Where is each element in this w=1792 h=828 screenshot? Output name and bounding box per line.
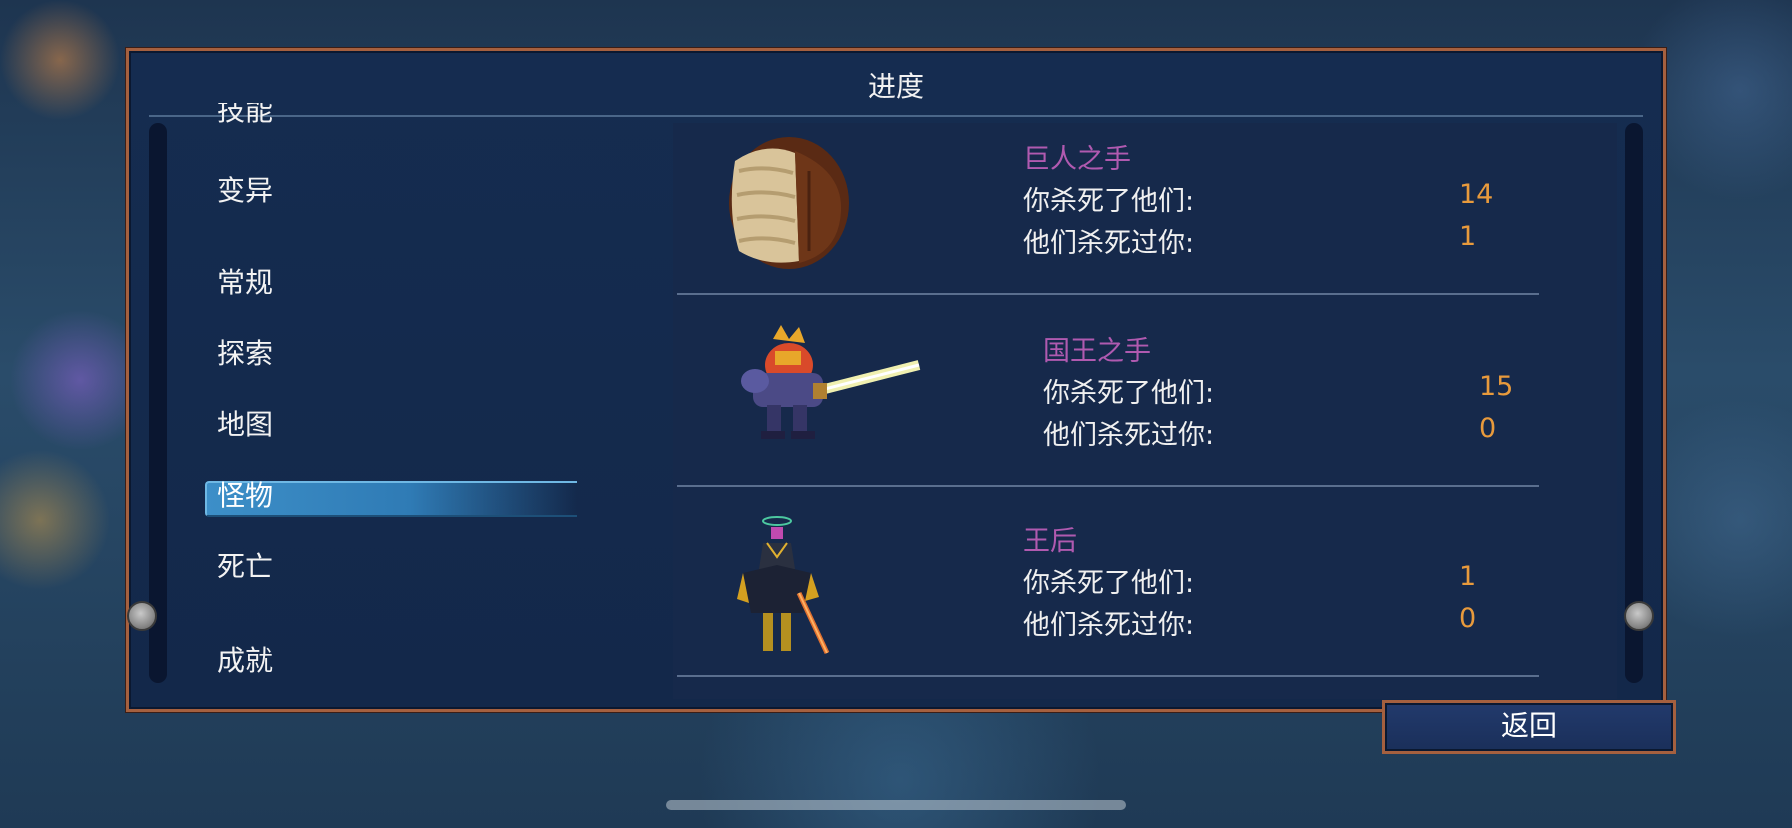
monster-name: 国王之手 bbox=[1043, 336, 1151, 367]
deaths-label: 他们杀死过你: bbox=[1023, 228, 1195, 259]
home-indicator[interactable] bbox=[666, 800, 1126, 810]
menu-item-map[interactable]: 地图 bbox=[217, 407, 273, 443]
kills-value: 14 bbox=[1459, 179, 1494, 210]
menu-item-monsters[interactable]: 怪物 bbox=[217, 478, 273, 514]
progress-panel: 进度 技能 变异 常规 探索 地图 怪物 死亡 成就 巨人之手 你杀死了他们: … bbox=[126, 48, 1666, 712]
deaths-value: 1 bbox=[1459, 221, 1477, 252]
menu-item-deaths[interactable]: 死亡 bbox=[217, 549, 273, 585]
back-button[interactable]: 返回 bbox=[1382, 700, 1676, 754]
entry-divider bbox=[677, 293, 1539, 295]
giant-fist-icon bbox=[729, 137, 849, 269]
menu-item-exploration[interactable]: 探索 bbox=[217, 336, 273, 372]
category-menu: 技能 变异 常规 探索 地图 怪物 死亡 成就 bbox=[129, 51, 609, 715]
kills-label: 你杀死了他们: bbox=[1043, 378, 1215, 409]
hand-of-the-king-icon bbox=[741, 325, 921, 439]
menu-item-achievements[interactable]: 成就 bbox=[217, 643, 273, 679]
kills-value: 1 bbox=[1459, 561, 1477, 592]
right-corner-knob-icon bbox=[1624, 601, 1654, 631]
menu-item-skills[interactable]: 技能 bbox=[217, 103, 273, 127]
menu-item-general[interactable]: 常规 bbox=[217, 265, 273, 301]
kills-value: 15 bbox=[1479, 371, 1514, 402]
menu-item-mutations[interactable]: 变异 bbox=[217, 173, 273, 209]
deaths-value: 0 bbox=[1459, 603, 1477, 634]
right-scroll-rail[interactable] bbox=[1625, 123, 1643, 683]
monster-name: 巨人之手 bbox=[1023, 144, 1131, 175]
queen-icon bbox=[737, 516, 830, 655]
monster-list[interactable]: 巨人之手 你杀死了他们: 14 他们杀死过你: 1 国王之手 你杀死了他们: 1… bbox=[673, 123, 1617, 699]
entry-divider bbox=[677, 485, 1539, 487]
entry-divider bbox=[677, 675, 1539, 677]
kills-label: 你杀死了他们: bbox=[1023, 568, 1195, 599]
monster-name: 王后 bbox=[1023, 526, 1077, 557]
deaths-label: 他们杀死过你: bbox=[1043, 420, 1215, 451]
deaths-value: 0 bbox=[1479, 413, 1497, 444]
deaths-label: 他们杀死过你: bbox=[1023, 610, 1195, 641]
kills-label: 你杀死了他们: bbox=[1023, 186, 1195, 217]
